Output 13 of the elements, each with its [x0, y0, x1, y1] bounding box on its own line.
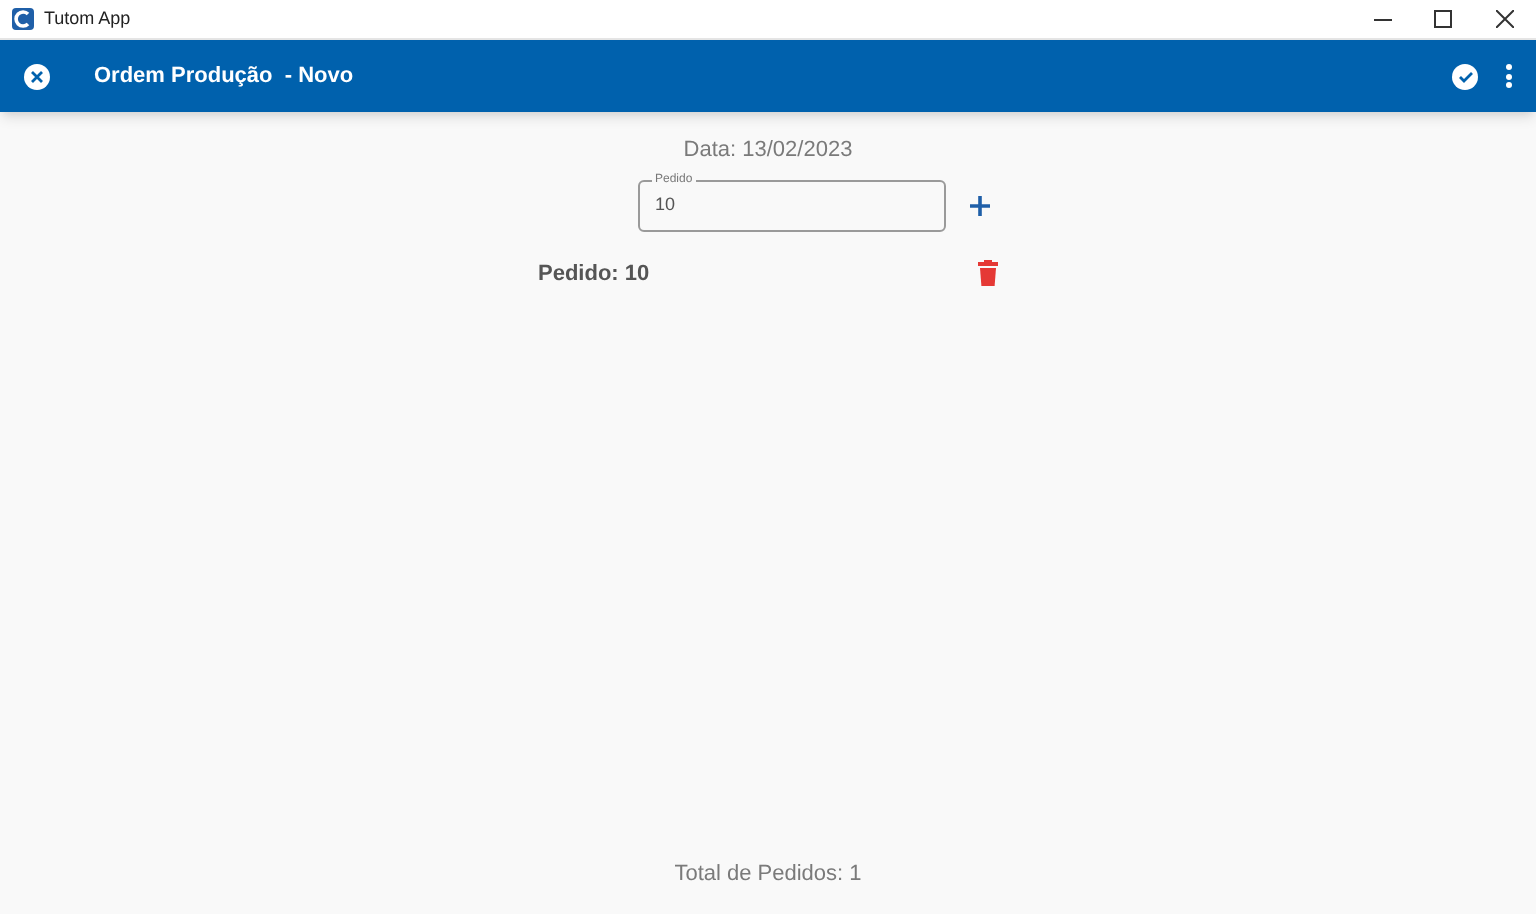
close-icon[interactable]	[1495, 10, 1513, 28]
date-text: Data: 13/02/2023	[683, 136, 853, 166]
delete-icon[interactable]	[978, 260, 998, 287]
page-title: Ordem Produção - Novo	[94, 61, 354, 92]
app-logo-icon	[12, 8, 34, 30]
close-icon[interactable]	[24, 63, 50, 89]
confirm-icon[interactable]	[1452, 63, 1478, 89]
add-icon[interactable]	[967, 193, 991, 217]
total-orders-text: Total de Pedidos: 1	[672, 859, 864, 889]
more-options-icon[interactable]	[1504, 64, 1512, 88]
window-title: Tutom App	[44, 5, 131, 32]
maximize-icon[interactable]	[1433, 10, 1451, 28]
order-label: Pedido: 10	[538, 259, 650, 289]
